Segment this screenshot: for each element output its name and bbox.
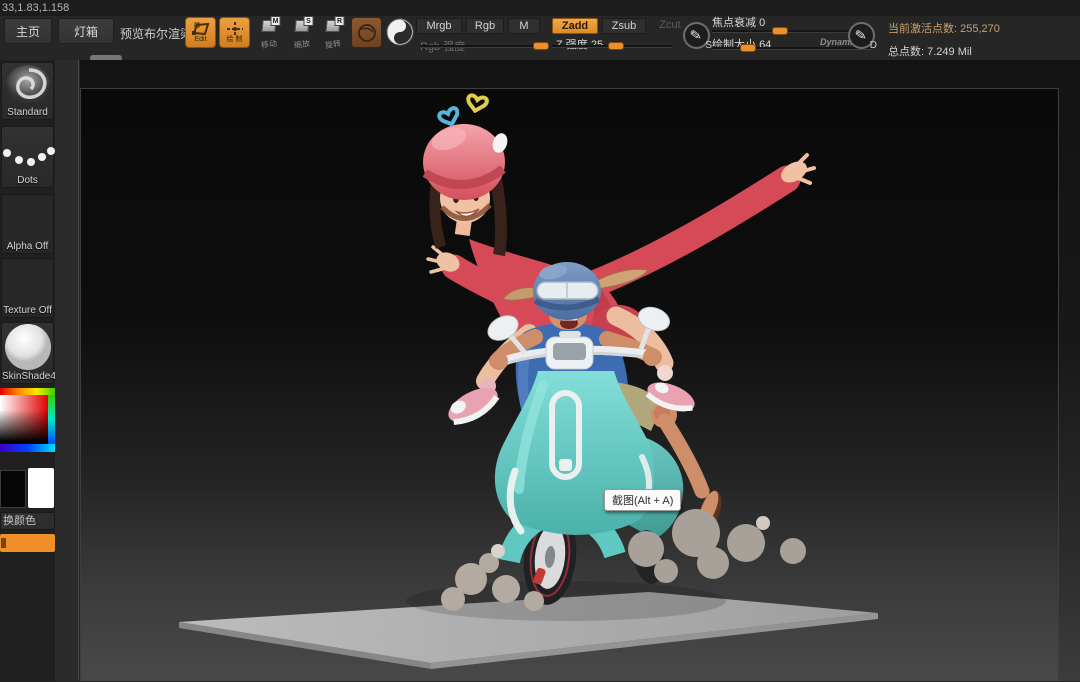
draw-crosshair-icon [226, 22, 244, 36]
draw-button[interactable]: 绘 制 [219, 17, 250, 48]
screenshot-tooltip: 截图(Alt + A) [604, 489, 681, 511]
yellow-heart-ornament [466, 94, 487, 112]
color-picker[interactable] [0, 388, 55, 452]
hue-strip-bottom[interactable] [0, 444, 55, 452]
stroke-selector[interactable]: Dots [1, 126, 54, 188]
canvas-margin: 截图(Alt + A) [80, 60, 1080, 681]
switch-color-button[interactable]: 换颜色 [0, 512, 55, 530]
material-selector[interactable]: SkinShade4 [1, 322, 54, 384]
dots-stroke-icon [2, 127, 55, 173]
primary-color-swatch[interactable] [0, 470, 26, 508]
scale-icon: S [294, 20, 309, 32]
z-intensity-label: Z 强度 25 [556, 36, 603, 52]
m-button[interactable]: M [508, 18, 540, 34]
title-bar: 33,1.83,1.158 [0, 0, 1080, 16]
blue-heart-ornament [438, 107, 461, 127]
mrgb-button[interactable]: Mrgb [416, 18, 462, 34]
boolean-preview-label[interactable]: 预览布尔渲染 [120, 25, 192, 42]
tab-lightbox[interactable]: 灯箱 [58, 18, 114, 44]
secondary-color-swatch[interactable] [28, 468, 54, 508]
tray-orange-button[interactable] [0, 534, 55, 552]
sphere-wire-icon [357, 23, 377, 43]
standard-brush-icon [2, 63, 55, 107]
material-sphere-icon[interactable] [386, 18, 414, 51]
texture-selector[interactable]: Texture Off [1, 258, 54, 318]
hue-strip-right[interactable] [48, 395, 55, 444]
z-intensity-handle[interactable] [608, 42, 624, 50]
active-points: 当前激活点数: 255,270 [888, 20, 1000, 36]
hue-strip-top[interactable] [0, 388, 55, 395]
draw-size-slider[interactable] [712, 47, 873, 50]
total-points: 总点数: 7.249 Mil [888, 43, 1000, 59]
tray-gutter[interactable] [55, 60, 79, 681]
sculptris-pro-button[interactable] [351, 17, 382, 48]
rgb-intensity-slider[interactable] [420, 45, 548, 48]
alpha-selector[interactable]: Alpha Off [1, 194, 54, 254]
edit-button[interactable]: Edit [185, 17, 216, 48]
brush-selector[interactable]: Standard [1, 62, 54, 120]
stylus-d-icon[interactable]: ✎ D [848, 22, 875, 49]
tab-home[interactable]: 主页 [4, 18, 52, 44]
rgb-button[interactable]: Rgb [466, 18, 504, 34]
viewport-document[interactable]: 截图(Alt + A) [80, 88, 1059, 681]
focal-shift-value: 0 [759, 17, 765, 29]
viewport-3d-scene[interactable] [81, 89, 1060, 682]
draw-size-handle[interactable] [740, 44, 756, 52]
move-icon: M [261, 20, 276, 32]
skinshade-sphere-icon [2, 323, 55, 371]
move-button[interactable]: M 移动 [254, 19, 284, 53]
top-toolbar: 主页 灯箱 预览布尔渲染 Edit 绘 制 M 移动 S 缩放 R 旋转 [0, 16, 1080, 60]
z-intensity-slider[interactable] [552, 45, 672, 48]
zadd-button[interactable]: Zadd [552, 18, 598, 34]
rotate-icon: R [325, 20, 340, 32]
saturation-value-square[interactable] [0, 395, 48, 444]
stylus-s-icon[interactable]: ✎ S [683, 22, 710, 49]
focal-shift-handle[interactable] [772, 27, 788, 35]
rotate-button[interactable]: R 旋转 [318, 19, 348, 53]
point-stats: 当前激活点数: 255,270 总点数: 7.249 Mil [888, 16, 1000, 59]
rgb-intensity-handle[interactable] [533, 42, 549, 50]
scale-button[interactable]: S 缩放 [287, 19, 317, 53]
left-shelf: Standard Dots Alpha Off Texture Off Skin… [0, 60, 55, 681]
focal-shift-label: 焦点衰减 0 [712, 14, 765, 30]
zsub-button[interactable]: Zsub [602, 18, 646, 34]
version-text: 33,1.83,1.158 [2, 2, 69, 14]
edit-quad-icon [191, 22, 211, 36]
